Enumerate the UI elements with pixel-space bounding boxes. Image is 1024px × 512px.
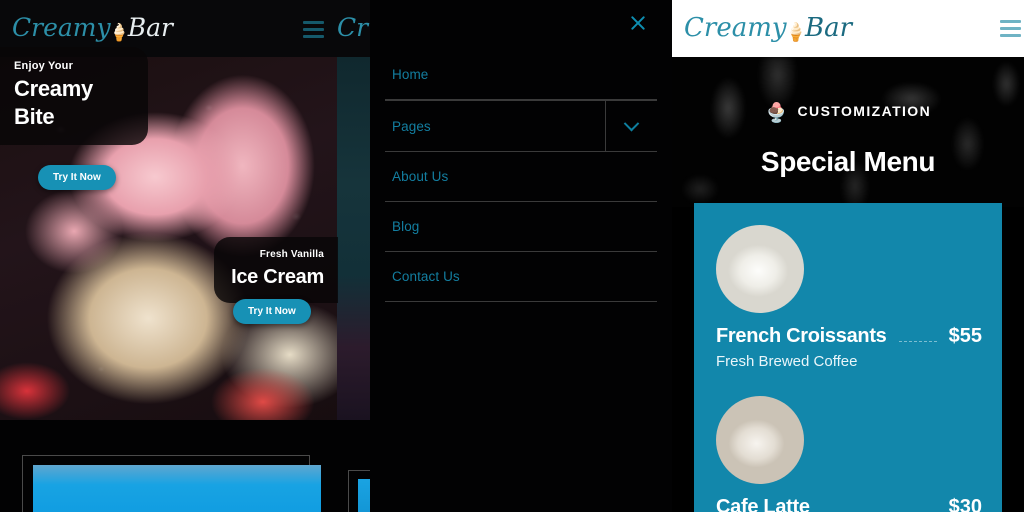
secondary-site-logo-partial: Cr xyxy=(337,13,369,42)
logo-word-bar: Bar xyxy=(804,13,853,43)
site-logo[interactable]: Creamy🍦Bar xyxy=(12,12,173,47)
menu-item-row: Cafe Latte $30 xyxy=(716,496,982,512)
dotted-leader xyxy=(898,341,937,342)
promo2-title: Ice Cream xyxy=(231,266,324,288)
hero-bokeh-background xyxy=(672,57,1024,207)
section-kicker-label: CUSTOMIZATION xyxy=(797,103,932,119)
menu-item-about-us[interactable]: About Us xyxy=(385,152,657,202)
promo1-title: Creamy Bite xyxy=(14,76,93,129)
menu-item-name: French Croissants xyxy=(716,325,887,347)
try-it-now-button-1[interactable]: Try It Now xyxy=(38,165,116,190)
hamburger-icon[interactable] xyxy=(1000,20,1021,41)
right-site-header: Creamy🍦Bar xyxy=(672,0,1024,57)
menu-list-item-cafe-latte[interactable]: Cafe Latte $30 Fresh Brewed Coffee xyxy=(716,396,982,512)
hamburger-bar-1 xyxy=(1000,20,1021,23)
menu-item-home[interactable]: Home xyxy=(385,50,657,100)
section-title: Special Menu xyxy=(760,146,936,177)
feature-card-image-partial xyxy=(358,479,370,512)
menu-item-pages[interactable]: Pages xyxy=(385,100,657,152)
menu-item-label: Contact Us xyxy=(392,269,460,284)
menu-item-row: French Croissants $55 xyxy=(716,325,982,348)
menu-item-name: Cafe Latte xyxy=(716,496,810,512)
menu-item-contact-us[interactable]: Contact Us xyxy=(385,252,657,302)
site-logo[interactable]: Creamy🍦Bar xyxy=(684,11,852,48)
menu-item-price: $55 xyxy=(948,325,982,347)
hamburger-bar-3 xyxy=(1000,34,1021,37)
secondary-hero-sliver xyxy=(337,57,370,420)
hamburger-icon[interactable] xyxy=(303,21,324,42)
screenshot-root: Creamy🍦Bar Cr Enjoy Your Creamy Bite Try… xyxy=(0,0,1024,512)
logo-word-creamy: Creamy xyxy=(684,13,787,43)
ice-cream-sundae-icon: 🍨 xyxy=(764,103,789,124)
menu-item-label: Pages xyxy=(392,118,431,134)
menu-list-item-french-croissants[interactable]: French Croissants $55 Fresh Brewed Coffe… xyxy=(716,225,982,370)
chevron-glyph xyxy=(623,115,640,131)
right-mobile-view: Creamy🍦Bar 🍨 CUSTOMIZATION Special Menu F… xyxy=(672,0,1024,512)
close-icon[interactable] xyxy=(626,11,650,35)
menu-item-blog[interactable]: Blog xyxy=(385,202,657,252)
special-menu-hero xyxy=(672,57,1024,207)
hamburger-bar-2 xyxy=(1000,27,1021,30)
menu-item-label: About Us xyxy=(392,169,449,184)
menu-item-thumbnail xyxy=(716,396,804,484)
try-it-now-button-2[interactable]: Try It Now xyxy=(233,299,311,324)
menu-item-subtitle: Fresh Brewed Coffee xyxy=(716,353,858,370)
promo1-kicker: Enjoy Your xyxy=(14,60,74,72)
menu-item-thumbnail xyxy=(716,225,804,313)
section-kicker: 🍨 CUSTOMIZATION xyxy=(672,101,1024,125)
promo2-kicker: Fresh Vanilla xyxy=(259,249,324,260)
promo-card-creamy-bite: Enjoy Your Creamy Bite xyxy=(0,47,148,145)
menu-item-price: $30 xyxy=(948,496,982,512)
hamburger-bar-2 xyxy=(303,28,324,31)
feature-card-image xyxy=(33,465,321,512)
logo-word-creamy: Creamy xyxy=(12,13,111,42)
hamburger-bar-3 xyxy=(303,35,324,38)
logo-word-bar: Bar xyxy=(127,13,174,42)
ice-cream-cone-icon: 🍦 xyxy=(108,23,130,43)
menu-item-label: Blog xyxy=(392,219,420,234)
ice-cream-cone-icon: 🍦 xyxy=(784,22,807,43)
chevron-down-icon[interactable] xyxy=(605,101,657,151)
navigation-menu-list: Home Pages About Us Blog Contact Us xyxy=(385,50,657,302)
menu-item-label: Home xyxy=(392,67,429,82)
promo-card-ice-cream: Fresh Vanilla Ice Cream xyxy=(214,237,338,303)
special-menu-card: French Croissants $55 Fresh Brewed Coffe… xyxy=(694,203,1002,512)
hamburger-bar-1 xyxy=(303,21,324,24)
navigation-menu-overlay: Home Pages About Us Blog Contact Us xyxy=(370,0,672,512)
left-browser-view: Creamy🍦Bar Cr Enjoy Your Creamy Bite Try… xyxy=(0,0,370,512)
